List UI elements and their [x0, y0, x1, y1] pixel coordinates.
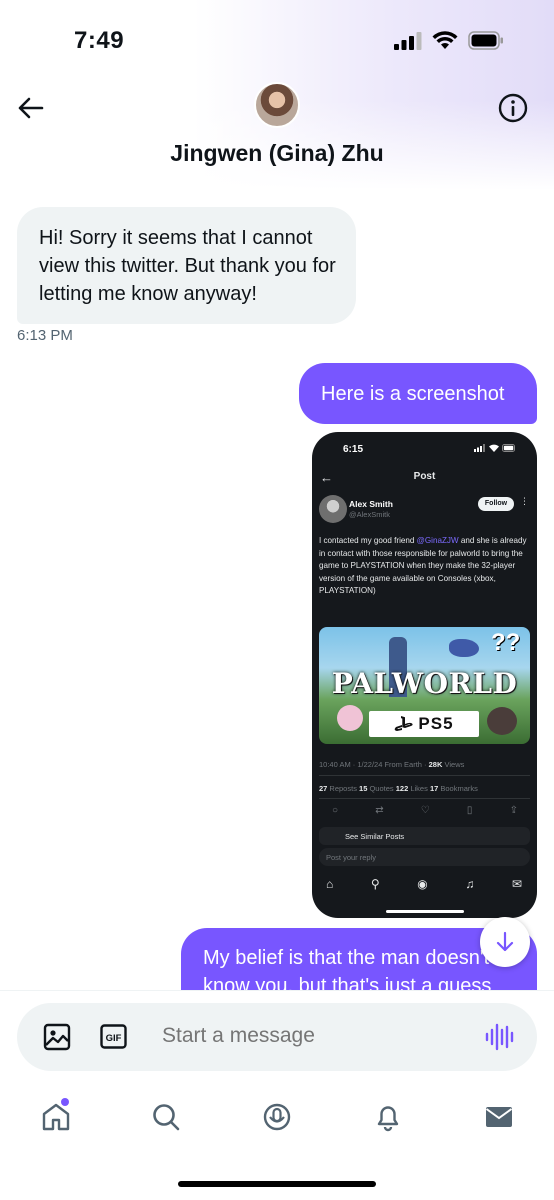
- wifi-icon: [432, 31, 458, 49]
- battery-icon: [468, 31, 503, 50]
- nav-spaces[interactable]: [252, 1092, 302, 1142]
- shot-meta-time: 10:40 AM · 1/22/24 From Earth ·: [319, 760, 429, 769]
- shot-image-creature: [337, 705, 363, 731]
- playstation-icon: [395, 716, 414, 731]
- shot-status-time: 6:15: [343, 444, 364, 455]
- shot-title: Post: [413, 471, 436, 482]
- shot-repost-icon: ⇄: [375, 805, 384, 816]
- contact-avatar[interactable]: [254, 82, 300, 128]
- home-icon: [42, 1103, 70, 1131]
- attached-screenshot[interactable]: 6:15 ← Post Alex Smith @AlexSmitk Follow…: [312, 432, 537, 918]
- image-icon: [43, 1023, 71, 1051]
- shot-like-icon: ♡: [420, 805, 430, 816]
- shot-signal-icon: [474, 444, 485, 452]
- shot-battery-icon: [502, 444, 515, 452]
- back-button[interactable]: [14, 92, 46, 124]
- shot-likes-count: 122: [395, 784, 409, 793]
- shot-reply-icon: ○: [332, 805, 339, 816]
- info-button[interactable]: [497, 92, 529, 124]
- nav-messages[interactable]: [474, 1092, 524, 1142]
- shot-post-stats: 27 Reposts 15 Quotes 122 Likes 17 Bookma…: [319, 784, 478, 793]
- shot-reply-field: Post your reply: [319, 848, 530, 866]
- shot-status-icons: [474, 444, 517, 452]
- message-timestamp: 6:13 PM: [17, 327, 73, 344]
- signal-icon: [394, 31, 422, 50]
- shot-spaces-icon: ◉: [417, 877, 428, 891]
- shot-mention: @GinaZJW: [416, 536, 459, 545]
- shot-image-logo: PALWORLD: [331, 667, 518, 700]
- shot-author-handle: @AlexSmitk: [349, 510, 390, 519]
- add-gif-button[interactable]: GIF: [100, 1024, 127, 1049]
- shot-follow-button: Follow: [478, 497, 514, 511]
- shot-home-icon: ⌂: [326, 877, 334, 891]
- shot-bell-icon: ♫: [465, 877, 475, 891]
- shot-image-question: ??: [491, 629, 521, 656]
- home-indicator: [178, 1181, 376, 1187]
- shot-post-text-a: I contacted my good friend: [319, 536, 417, 545]
- shot-image-creature: [487, 707, 517, 735]
- shot-divider: [319, 798, 530, 799]
- info-icon: [498, 93, 528, 123]
- shot-image-creature: [449, 639, 479, 657]
- shot-share-icon: ⇪: [509, 805, 518, 816]
- status-icons: [394, 31, 504, 50]
- message-input[interactable]: [162, 1021, 462, 1051]
- spaces-icon: [263, 1103, 291, 1131]
- shot-post-image: ?? PALWORLD PS5: [319, 627, 530, 744]
- voice-message-button[interactable]: [484, 1022, 514, 1052]
- shot-image-ps5-badge: PS5: [369, 711, 479, 737]
- add-image-button[interactable]: [43, 1023, 71, 1051]
- shot-quotes-label: Quotes: [367, 784, 396, 793]
- waveform-icon: [485, 1023, 514, 1051]
- gif-label: GIF: [106, 1033, 122, 1044]
- notification-dot: [61, 1098, 69, 1106]
- gif-icon: GIF: [100, 1024, 127, 1049]
- mail-icon: [485, 1107, 513, 1127]
- back-arrow-icon: [18, 97, 44, 119]
- scroll-to-bottom-button[interactable]: [480, 917, 530, 967]
- shot-mail-icon: ✉: [511, 877, 522, 891]
- shot-post-text: I contacted my good friend @GinaZJW and …: [319, 535, 531, 598]
- shot-more-icon: ⋮: [520, 496, 529, 506]
- shot-likes-label: Likes: [408, 784, 430, 793]
- status-time: 7:49: [74, 27, 125, 54]
- shot-meta-views-label: Views: [442, 760, 465, 769]
- nav-search[interactable]: [141, 1092, 191, 1142]
- shot-bottom-nav: ⌂ ⚲ ◉ ♫ ✉: [326, 877, 522, 891]
- shot-wifi-icon: [489, 444, 499, 452]
- shot-bookmarks-label: Bookmarks: [438, 784, 478, 793]
- bottom-nav: [0, 1092, 554, 1142]
- outgoing-message[interactable]: Here is a screenshot: [299, 363, 537, 424]
- nav-notifications[interactable]: [363, 1092, 413, 1142]
- shot-search-icon: ⚲: [370, 877, 380, 891]
- shot-author-avatar: [319, 495, 347, 523]
- shot-post-meta: 10:40 AM · 1/22/24 From Earth · 28K View…: [319, 760, 464, 769]
- shot-see-similar: See Similar Posts: [319, 827, 530, 845]
- search-icon: [153, 1104, 180, 1131]
- shot-divider: [319, 775, 530, 776]
- arrow-down-icon: [496, 931, 514, 952]
- bell-icon: [377, 1106, 399, 1132]
- shot-bookmark-icon: ▯: [466, 805, 473, 816]
- shot-meta-views: 28K: [428, 760, 443, 769]
- shot-image-ps5-text: PS5: [418, 714, 454, 733]
- incoming-message[interactable]: Hi! Sorry it seems that I cannot view th…: [17, 207, 356, 324]
- nav-home[interactable]: [31, 1092, 81, 1142]
- message-composer: GIF: [17, 1003, 537, 1071]
- shot-author-name: Alex Smith: [349, 499, 393, 509]
- shot-reposts-label: Reposts: [327, 784, 360, 793]
- contact-name[interactable]: Jingwen (Gina) Zhu: [0, 140, 554, 167]
- shot-home-indicator: [386, 910, 464, 913]
- shot-action-bar: ○ ⇄ ♡ ▯ ⇪: [332, 805, 518, 816]
